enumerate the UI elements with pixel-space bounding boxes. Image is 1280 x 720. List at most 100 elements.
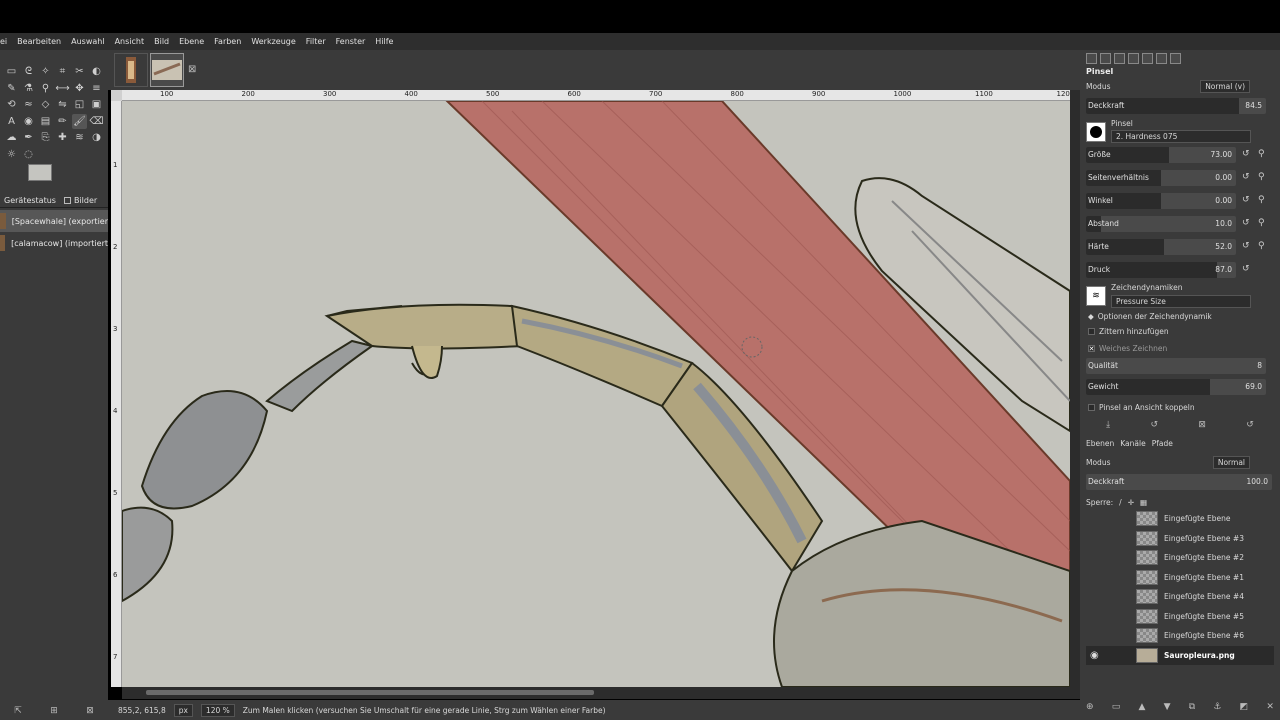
jitter-checkbox[interactable] — [1088, 328, 1095, 335]
weight-slider[interactable]: Gewicht 69.0 — [1086, 379, 1266, 395]
unit-select[interactable]: px — [173, 703, 193, 717]
horizontal-ruler[interactable]: 100 200 300 400 500 600 700 800 900 1000 1100 1200 — [122, 90, 1070, 101]
layer-row[interactable]: Eingefügte Ebene #5 — [1086, 607, 1274, 627]
reset-icon[interactable]: ↺ — [1242, 264, 1250, 274]
color-swatches[interactable] — [28, 164, 68, 194]
dynamics-preview[interactable]: ≋ — [1086, 286, 1106, 306]
path-icon[interactable]: ✎ — [4, 81, 19, 96]
layer-opacity-slider[interactable]: Deckkraft 100.0 — [1086, 474, 1272, 490]
slider-2[interactable]: Winkel 0.00 — [1086, 193, 1236, 209]
opacity-slider[interactable]: Deckkraft 84.5 — [1086, 98, 1266, 114]
gradient-icon[interactable]: ▤ — [38, 114, 53, 129]
layer-row[interactable]: Eingefügte Ebene #4 — [1086, 587, 1274, 607]
slider-3[interactable]: Abstand 10.0 — [1086, 216, 1236, 232]
clone-icon[interactable]: ⎘ — [38, 130, 53, 145]
lock-alpha-icon[interactable]: ▦ — [1140, 498, 1147, 507]
device-tab-icon[interactable] — [1100, 53, 1111, 64]
reset-icon[interactable]: ↺ — [1242, 149, 1250, 159]
image-canvas[interactable] — [122, 101, 1070, 687]
tool-options-tab-icon[interactable] — [1086, 53, 1097, 64]
images-tab-icon[interactable] — [1128, 53, 1139, 64]
smooth-row[interactable]: ✕ Weiches Zeichnen — [1088, 344, 1167, 353]
layer-mode-dropdown[interactable]: Normal — [1212, 455, 1250, 469]
crop-icon[interactable]: ⌗ — [55, 64, 70, 79]
layer-row[interactable]: Eingefügte Ebene #2 — [1086, 548, 1274, 568]
align-icon[interactable]: ≡ — [89, 81, 104, 96]
mypaint-icon[interactable]: ☼ — [4, 147, 19, 162]
quality-slider[interactable]: Qualität 8 — [1086, 358, 1266, 374]
layer-row[interactable]: ◉ Sauropleura.png — [1086, 645, 1274, 665]
image-item[interactable]: [Spacewhale] (exportier — [0, 210, 108, 232]
close-tab-icon[interactable]: ⊠ — [188, 64, 196, 75]
delete-options-icon[interactable]: ⊠ — [1198, 420, 1206, 430]
fuzzy-select-icon[interactable]: ✧ — [38, 64, 53, 79]
smooth-checkbox[interactable]: ✕ — [1088, 345, 1095, 353]
lower-layer-icon[interactable]: ▼ — [1164, 702, 1171, 712]
menu-ansicht[interactable]: Ansicht — [110, 33, 150, 50]
restore-options-icon[interactable]: ↺ — [1151, 420, 1159, 430]
dynamics-dropdown[interactable]: Pressure Size — [1111, 295, 1251, 308]
text-icon[interactable]: A — [4, 114, 19, 129]
brushes-tab-icon[interactable] — [1142, 53, 1153, 64]
menu-ebene[interactable]: Ebene — [174, 33, 209, 50]
eraser-icon[interactable]: ⌫ — [89, 114, 104, 129]
link-icon[interactable]: ⚲ — [1258, 195, 1265, 205]
link-icon[interactable]: ⚲ — [1258, 218, 1265, 228]
dodge-icon[interactable]: ◑ — [89, 130, 104, 145]
move-icon[interactable]: ✥ — [72, 81, 87, 96]
menu-farben[interactable]: Farben — [209, 33, 246, 50]
duplicate-layer-icon[interactable]: ⧉ — [1189, 702, 1195, 712]
perspective-icon[interactable]: ◱ — [72, 97, 87, 112]
layer-row[interactable]: Eingefügte Ebene — [1086, 509, 1274, 529]
blur-icon[interactable]: ◌ — [21, 147, 36, 162]
menu-fenster[interactable]: Fenster — [331, 33, 371, 50]
menu-datei[interactable]: ei — [0, 33, 12, 50]
menu-bearbeiten[interactable]: Bearbeiten — [12, 33, 66, 50]
heal-icon[interactable]: ✚ — [55, 130, 70, 145]
measure-icon[interactable]: ⟷ — [55, 81, 70, 96]
unified-transform-icon[interactable]: ▣ — [89, 97, 104, 112]
layer-row[interactable]: Eingefügte Ebene #1 — [1086, 568, 1274, 588]
slider-1[interactable]: Seitenverhältnis 0.00 — [1086, 170, 1236, 186]
lock-pixels-icon[interactable]: / — [1119, 498, 1122, 507]
reset-icon[interactable]: ↺ — [1242, 195, 1250, 205]
ink-icon[interactable]: ✒ — [21, 130, 36, 145]
bucket-fill-icon[interactable]: ◉ — [21, 114, 36, 129]
scroll-thumb[interactable] — [146, 690, 594, 695]
close-icon[interactable]: ⊠ — [86, 706, 94, 716]
tab-ebenen[interactable]: Ebenen — [1086, 439, 1114, 448]
slider-0[interactable]: Größe 73.00 — [1086, 147, 1236, 163]
lock-brush-row[interactable]: Pinsel an Ansicht koppeln — [1088, 403, 1195, 412]
image-tab-spacewhale[interactable] — [114, 53, 148, 87]
new-layer-icon[interactable]: ⊕ — [1086, 702, 1094, 712]
dynamics-options-row[interactable]: ◆ Optionen der Zeichendynamik — [1088, 312, 1212, 321]
lock-position-icon[interactable]: ✛ — [1128, 498, 1134, 507]
lasso-icon[interactable]: ᘓ — [21, 64, 36, 79]
horizontal-scrollbar[interactable] — [122, 687, 1080, 699]
layer-row[interactable]: Eingefügte Ebene #6 — [1086, 626, 1274, 646]
link-icon[interactable]: ⚲ — [1258, 172, 1265, 182]
slider-4[interactable]: Härte 52.0 — [1086, 239, 1236, 255]
scissors-icon[interactable]: ✂ — [72, 64, 87, 79]
flip-icon[interactable]: ⇋ — [55, 97, 70, 112]
image-tab-calamacow[interactable] — [150, 53, 184, 87]
smudge-icon[interactable]: ≋ — [72, 130, 87, 145]
menu-filter[interactable]: Filter — [301, 33, 331, 50]
lock-brush-checkbox[interactable] — [1088, 404, 1095, 411]
patterns-tab-icon[interactable] — [1156, 53, 1167, 64]
restore-icon[interactable]: ⇱ — [14, 706, 22, 716]
new-view-icon[interactable]: ⊞ — [50, 706, 58, 716]
foreground-color[interactable] — [28, 164, 52, 181]
menu-auswahl[interactable]: Auswahl — [66, 33, 109, 50]
image-item[interactable]: [calamacow] (importiert — [0, 232, 108, 254]
menu-hilfe[interactable]: Hilfe — [370, 33, 398, 50]
brush-preview[interactable] — [1086, 122, 1106, 142]
reset-icon[interactable]: ↺ — [1242, 218, 1250, 228]
tab-kanaele[interactable]: Kanäle — [1120, 439, 1145, 448]
transform-icon[interactable]: ⟲ — [4, 97, 19, 112]
foreground-select-icon[interactable]: ◐ — [89, 64, 104, 79]
jitter-row[interactable]: Zittern hinzufügen — [1088, 327, 1169, 336]
layer-row[interactable]: Eingefügte Ebene #3 — [1086, 529, 1274, 549]
reset-options-icon[interactable]: ↺ — [1246, 420, 1254, 430]
zoom-icon[interactable]: ⚲ — [38, 81, 53, 96]
